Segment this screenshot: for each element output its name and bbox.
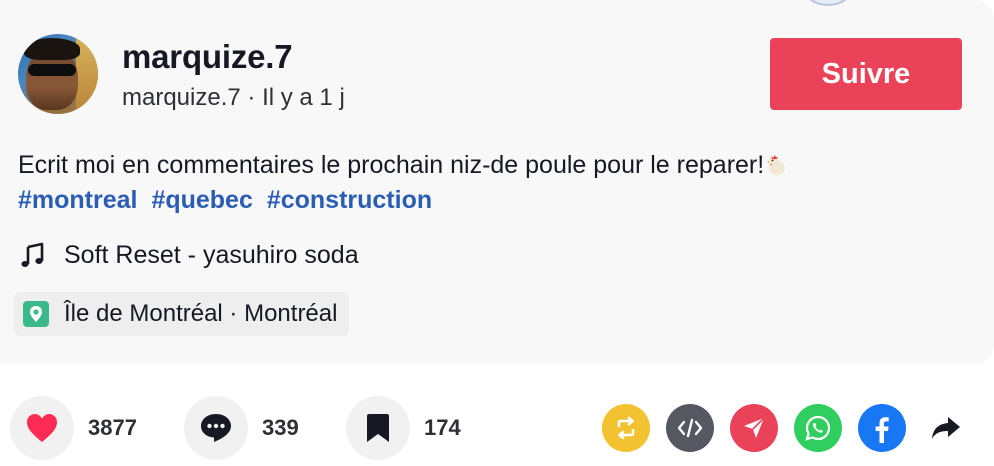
save-stat: 174 (346, 396, 461, 460)
comment-stat: 339 (184, 396, 299, 460)
music-link[interactable]: Soft Reset - yasuhiro soda (20, 238, 359, 272)
author-subline: marquize.7 · Il y a 1 j (122, 84, 345, 112)
music-title: Soft Reset - yasuhiro soda (64, 240, 359, 269)
like-stat: 3877 (10, 396, 137, 460)
avatar[interactable] (18, 34, 98, 114)
like-button[interactable] (10, 396, 74, 460)
save-count: 174 (424, 415, 461, 440)
send-to-friends-icon (744, 417, 765, 438)
like-count: 3877 (88, 415, 137, 440)
heart-icon (27, 414, 57, 442)
post-description: Ecrit moi en commentaires le prochain ni… (18, 147, 978, 183)
hashtag-construction[interactable]: #construction (267, 186, 432, 214)
hashtag-quebec[interactable]: #quebec (151, 186, 252, 214)
location-label: Île de Montréal · Montréal (64, 300, 338, 327)
hashtag-montreal[interactable]: #montreal (18, 186, 137, 214)
embed-code-icon (677, 418, 703, 438)
bookmark-icon (367, 414, 389, 442)
share-arrow-icon (932, 417, 960, 439)
chicken-emoji (766, 150, 788, 175)
facebook-icon (875, 417, 889, 443)
author-handle[interactable]: marquize.7 (122, 84, 241, 111)
description-text: Ecrit moi en commentaires le prochain ni… (18, 151, 765, 179)
save-button[interactable] (346, 396, 410, 460)
facebook-button[interactable] (858, 404, 906, 452)
repost-icon (617, 416, 635, 440)
whatsapp-button[interactable] (794, 404, 842, 452)
comment-count: 339 (262, 415, 299, 440)
author-username[interactable]: marquize.7 (122, 38, 293, 76)
whatsapp-icon (805, 415, 831, 441)
post-info-card: marquize.7 marquize.7 · Il y a 1 j Suivr… (0, 0, 994, 364)
more-share-button[interactable] (926, 408, 966, 448)
partial-avatar-ring (806, 0, 850, 6)
send-to-friends-button[interactable] (730, 404, 778, 452)
comment-icon (201, 414, 231, 442)
hashtag-list: #montreal #quebec #construction (18, 183, 439, 217)
repost-button[interactable] (602, 404, 650, 452)
subline-separator: · (247, 84, 256, 111)
comment-button[interactable] (184, 396, 248, 460)
location-pin-icon (23, 301, 49, 327)
location-tag[interactable]: Île de Montréal · Montréal (14, 292, 350, 336)
follow-button[interactable]: Suivre (770, 38, 962, 110)
embed-button[interactable] (666, 404, 714, 452)
music-note-icon (21, 242, 44, 267)
post-time-ago: Il y a 1 j (262, 84, 345, 111)
